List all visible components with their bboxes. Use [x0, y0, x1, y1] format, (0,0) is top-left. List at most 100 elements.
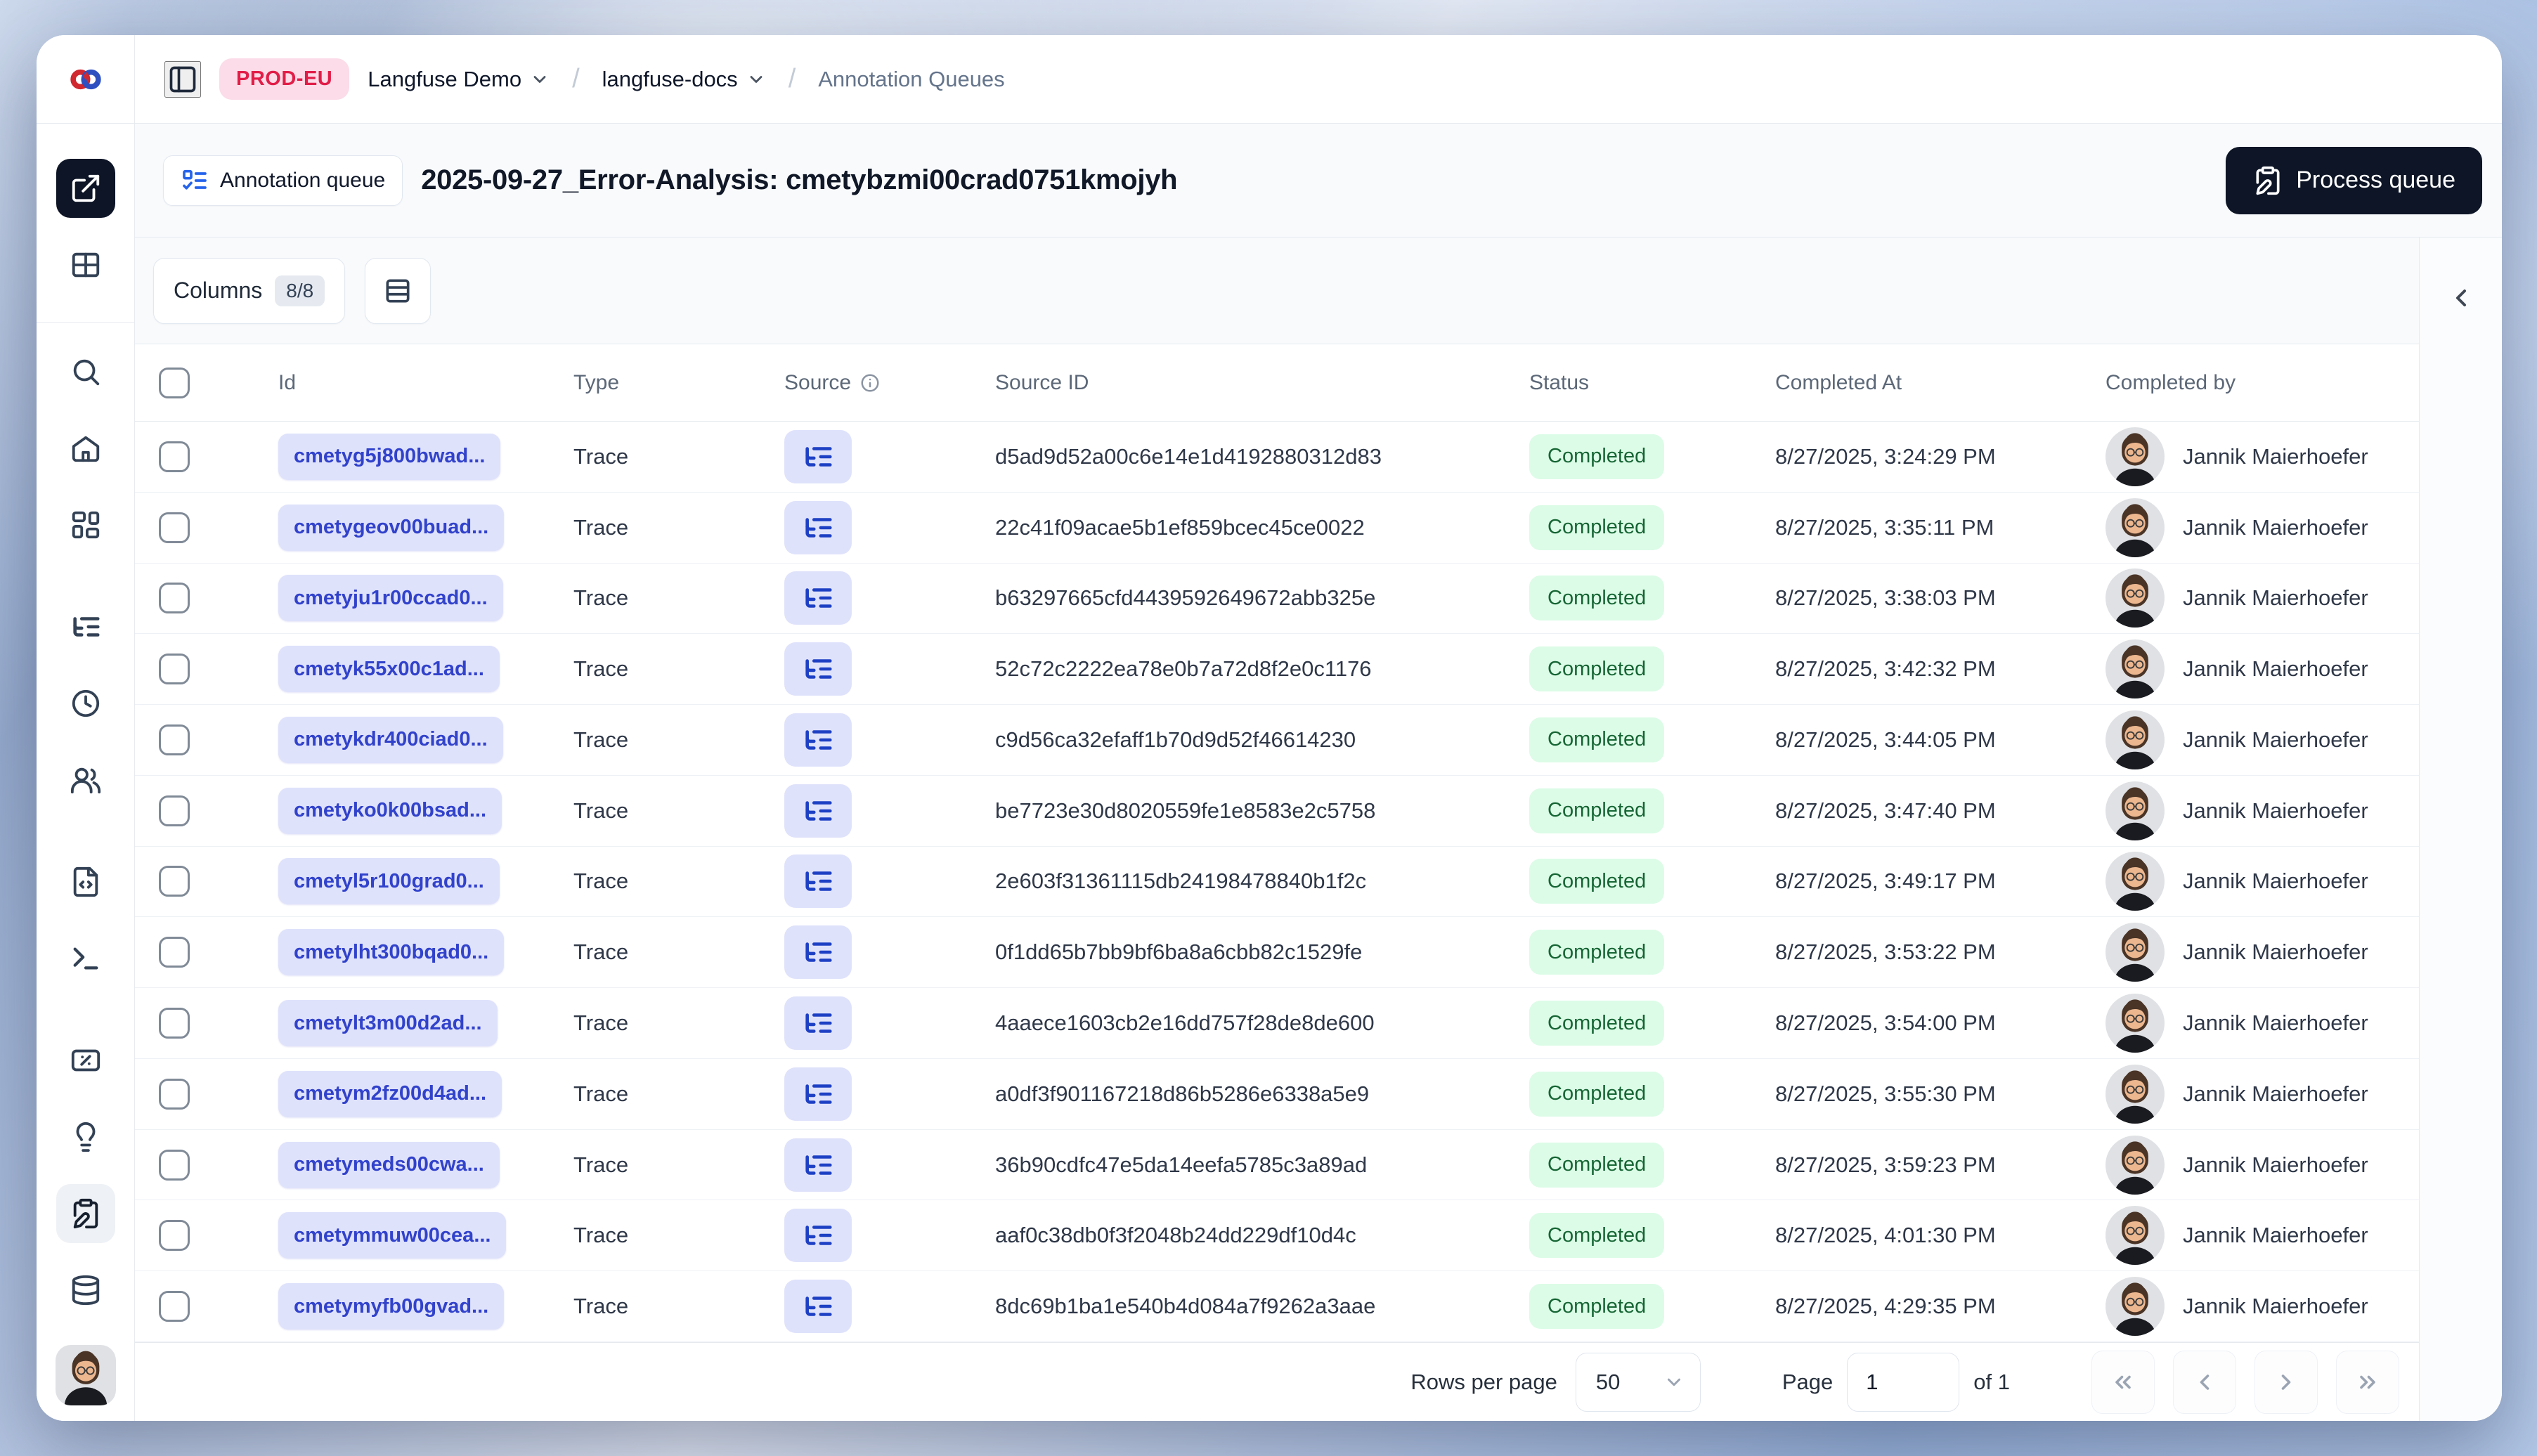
- process-queue-button[interactable]: Process queue: [2226, 146, 2482, 214]
- item-id-link[interactable]: cmetyk55x00c1ad...: [278, 646, 500, 693]
- item-id-link[interactable]: cmetykdr400ciad0...: [278, 716, 503, 763]
- item-id-link[interactable]: cmetymyfb00gvad...: [278, 1283, 505, 1330]
- row-checkbox[interactable]: [159, 724, 190, 755]
- last-page-button[interactable]: [2336, 1350, 2399, 1414]
- table-row[interactable]: cmetyk55x00c1ad... Trace 52c72c2222ea78e…: [135, 634, 2419, 706]
- row-checkbox[interactable]: [159, 441, 190, 472]
- open-source-button[interactable]: [784, 925, 852, 980]
- header-source-id[interactable]: Source ID: [977, 371, 1511, 395]
- select-all-checkbox[interactable]: [159, 367, 190, 398]
- row-height-button[interactable]: [365, 257, 432, 324]
- sidebar-item-file-code[interactable]: [56, 852, 115, 911]
- next-page-button[interactable]: [2254, 1350, 2318, 1414]
- source-id-cell: c9d56ca32efaff1b70d9d52f46614230: [995, 727, 1356, 752]
- completed-at-cell: 8/27/2025, 3:59:23 PM: [1775, 1152, 1996, 1177]
- project-selector[interactable]: langfuse-docs: [602, 67, 766, 92]
- header-completed-at[interactable]: Completed At: [1757, 371, 2087, 395]
- sidebar-item-database[interactable]: [56, 1261, 115, 1320]
- open-source-button[interactable]: [784, 996, 852, 1050]
- table-row[interactable]: cmetymmuw00cea... Trace aaf0c38db0f3f204…: [135, 1200, 2419, 1272]
- open-source-button[interactable]: [784, 1280, 852, 1334]
- table-row[interactable]: cmetyl5r100grad0... Trace 2e603f31361115…: [135, 846, 2419, 918]
- table-row[interactable]: cmetyg5j800bwad... Trace d5ad9d52a00c6e1…: [135, 422, 2419, 493]
- sidebar-item-external-link[interactable]: [56, 159, 115, 218]
- open-source-button[interactable]: [784, 1067, 852, 1121]
- sidebar-item-lightbulb[interactable]: [56, 1107, 115, 1166]
- completed-by-cell: Jannik Maierhoefer: [2183, 940, 2368, 965]
- header-source[interactable]: Source: [766, 371, 977, 395]
- first-page-button[interactable]: [2091, 1350, 2155, 1414]
- item-id-link[interactable]: cmetyju1r00ccad0...: [278, 575, 503, 622]
- sidebar-item-list-tree[interactable]: [56, 597, 115, 656]
- table-row[interactable]: cmetyko0k00bsad... Trace be7723e30d80205…: [135, 775, 2419, 847]
- page-number-input[interactable]: [1847, 1352, 1960, 1412]
- table-row[interactable]: cmetylht300bqad0... Trace 0f1dd65b7bb9bf…: [135, 917, 2419, 989]
- open-source-button[interactable]: [784, 784, 852, 838]
- header-status[interactable]: Status: [1511, 371, 1757, 395]
- sidebar-item-dashboard[interactable]: [56, 495, 115, 554]
- open-source-button[interactable]: [784, 642, 852, 696]
- environment-badge[interactable]: PROD-EU: [219, 58, 350, 100]
- header-id[interactable]: Id: [260, 371, 555, 395]
- row-checkbox[interactable]: [159, 654, 190, 685]
- item-id-link[interactable]: cmetyg5j800bwad...: [278, 433, 501, 480]
- status-badge: Completed: [1529, 788, 1665, 833]
- row-checkbox[interactable]: [159, 1078, 190, 1110]
- open-source-button[interactable]: [784, 429, 852, 483]
- row-checkbox[interactable]: [159, 937, 190, 968]
- header-type[interactable]: Type: [555, 371, 766, 395]
- open-source-button[interactable]: [784, 571, 852, 625]
- row-checkbox[interactable]: [159, 583, 190, 614]
- item-id-link[interactable]: cmetygeov00buad...: [278, 504, 505, 551]
- sidebar-item-users[interactable]: [56, 750, 115, 810]
- item-id-link[interactable]: cmetylt3m00d2ad...: [278, 1000, 498, 1046]
- item-id-link[interactable]: cmetym2fz00d4ad...: [278, 1070, 502, 1117]
- sidebar-item-terminal[interactable]: [56, 929, 115, 988]
- table-row[interactable]: cmetyju1r00ccad0... Trace b63297665cfd44…: [135, 563, 2419, 635]
- row-checkbox[interactable]: [159, 512, 190, 543]
- table-row[interactable]: cmetymeds00cwa... Trace 36b90cdfc47e5da1…: [135, 1129, 2419, 1201]
- user-avatar[interactable]: [56, 1345, 116, 1405]
- row-checkbox[interactable]: [159, 1291, 190, 1322]
- list-todo-icon: [181, 167, 209, 195]
- item-id-link[interactable]: cmetyko0k00bsad...: [278, 787, 502, 834]
- breadcrumb-page-label: Annotation Queues: [818, 66, 1005, 91]
- source-id-cell: a0df3f901167218d86b5286e6338a5e9: [995, 1081, 1370, 1106]
- row-checkbox[interactable]: [159, 866, 190, 897]
- item-id-link[interactable]: cmetymeds00cwa...: [278, 1141, 500, 1188]
- sidebar-item-card-percent[interactable]: [56, 1031, 115, 1090]
- avatar-photo-icon: [2105, 1065, 2165, 1124]
- open-source-button[interactable]: [784, 500, 852, 554]
- row-checkbox[interactable]: [159, 1149, 190, 1181]
- table-row[interactable]: cmetygeov00buad... Trace 22c41f09acae5b1…: [135, 492, 2419, 564]
- row-checkbox[interactable]: [159, 1220, 190, 1252]
- table-row[interactable]: cmetylt3m00d2ad... Trace 4aaece1603cb2e1…: [135, 988, 2419, 1059]
- item-id-link[interactable]: cmetylht300bqad0...: [278, 929, 505, 976]
- rows-per-page-select[interactable]: 50: [1575, 1352, 1701, 1412]
- completed-by-cell: Jannik Maierhoefer: [2183, 1010, 2368, 1035]
- item-id-link[interactable]: cmetyl5r100grad0...: [278, 858, 500, 905]
- open-source-button[interactable]: [784, 854, 852, 909]
- table-row[interactable]: cmetymyfb00gvad... Trace 8dc69b1ba1e540b…: [135, 1271, 2419, 1342]
- open-source-button[interactable]: [784, 1209, 852, 1263]
- table-row[interactable]: cmetym2fz00d4ad... Trace a0df3f901167218…: [135, 1058, 2419, 1130]
- sidebar-item-home[interactable]: [56, 419, 115, 478]
- open-source-button[interactable]: [784, 713, 852, 767]
- header-completed-by[interactable]: Completed by: [2087, 371, 2419, 395]
- columns-button[interactable]: Columns 8/8: [153, 257, 346, 324]
- collapse-panel-button[interactable]: [2440, 277, 2482, 319]
- breadcrumb-page[interactable]: Annotation Queues: [818, 67, 1004, 92]
- sidebar-item-search[interactable]: [56, 342, 115, 401]
- sidebar-item-clock[interactable]: [56, 674, 115, 733]
- item-id-link[interactable]: cmetymmuw00cea...: [278, 1212, 507, 1259]
- open-source-button[interactable]: [784, 1138, 852, 1192]
- table-row[interactable]: cmetykdr400ciad0... Trace c9d56ca32efaff…: [135, 705, 2419, 776]
- sidebar-toggle-button[interactable]: [164, 60, 201, 98]
- row-checkbox[interactable]: [159, 795, 190, 826]
- langfuse-logo[interactable]: [37, 35, 134, 124]
- sidebar-item-clipboard-pen[interactable]: [56, 1184, 115, 1243]
- row-checkbox[interactable]: [159, 1008, 190, 1039]
- sidebar-item-table[interactable]: [56, 235, 115, 294]
- org-selector[interactable]: Langfuse Demo: [368, 67, 550, 92]
- previous-page-button[interactable]: [2173, 1350, 2236, 1414]
